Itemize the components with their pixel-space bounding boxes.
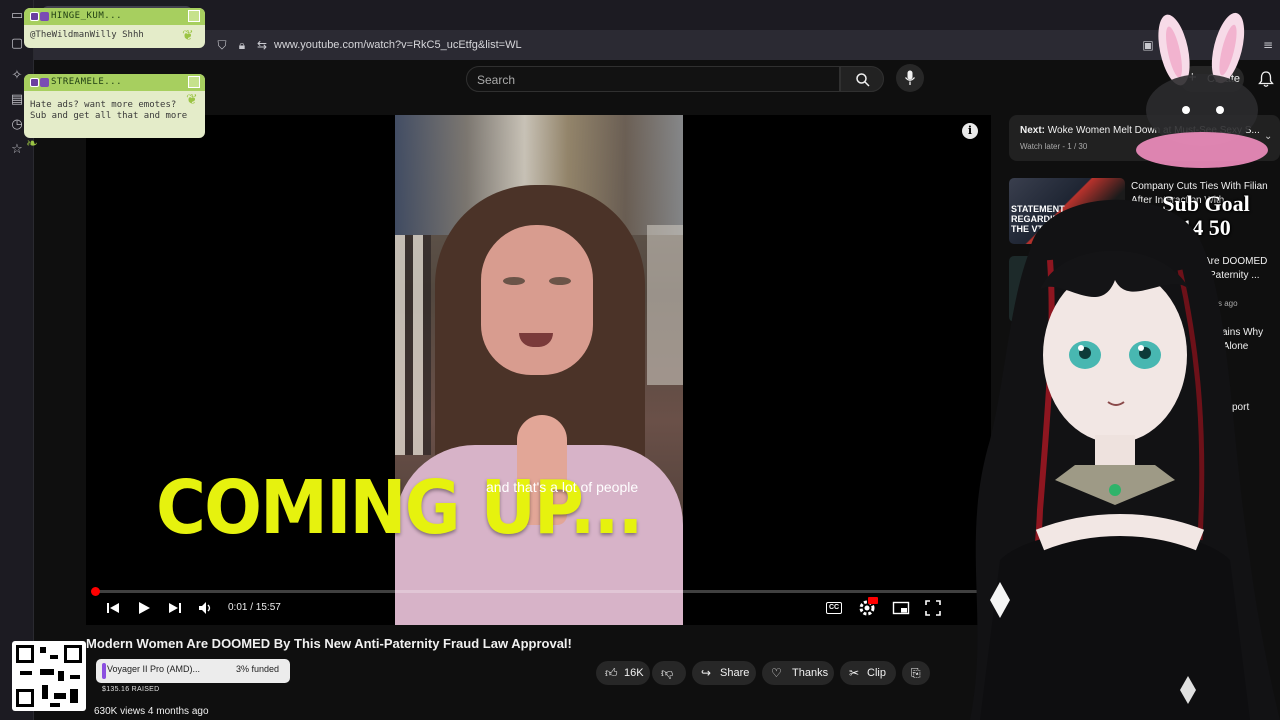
thanks-icon: ♡ xyxy=(771,666,782,680)
badge-icon xyxy=(40,12,49,21)
bookmarks-icon[interactable]: ▤ xyxy=(9,92,25,108)
info-icon[interactable]: i xyxy=(962,123,978,139)
qr-code xyxy=(12,641,86,711)
video-caption: and that's a lot of people xyxy=(486,479,639,495)
chat-message-text: Hate ads? want more emotes? xyxy=(30,100,177,110)
shield-icon[interactable]: ⛉ xyxy=(214,37,230,53)
chat-message-header: HINGE_KUM... xyxy=(24,8,205,25)
history-icon[interactable]: ◷ xyxy=(9,117,25,133)
dislike-button[interactable]: 👎︎ xyxy=(652,661,686,685)
person-face xyxy=(481,225,593,375)
like-button[interactable]: 👍︎ 16K xyxy=(596,661,650,685)
like-count: 16K xyxy=(624,667,644,679)
star-icon[interactable]: ☆ xyxy=(9,142,25,158)
scrubber-handle[interactable] xyxy=(91,587,100,596)
thanks-label: Thanks xyxy=(792,667,829,679)
leaf-icon: ❦ xyxy=(186,92,198,108)
lock-icon[interactable]: 🔒︎ xyxy=(234,37,250,53)
extensions-icon[interactable]: ✧ xyxy=(9,68,25,84)
chat-username: STREAMELE... xyxy=(51,77,123,87)
youtube-header: Search + Create xyxy=(34,60,1280,100)
share-button[interactable]: ↪ Share xyxy=(692,661,756,685)
person-eye-left xyxy=(503,277,525,285)
clip-button[interactable]: ✂ Clip xyxy=(840,661,896,685)
funding-progress-bar xyxy=(102,663,106,679)
video-title: Modern Women Are DOOMED By This New Anti… xyxy=(86,636,572,651)
next-icon[interactable] xyxy=(168,599,182,617)
clip-label: Clip xyxy=(867,667,886,679)
coming-up-overlay-text: COMING UP... xyxy=(156,465,644,551)
tab-strip xyxy=(34,0,1280,30)
bookmark-icon: ⎘ xyxy=(911,666,921,680)
checkbox-icon xyxy=(188,10,200,22)
search-input[interactable]: Search xyxy=(466,66,840,92)
badge-icon xyxy=(30,12,39,21)
closet-shelf-right xyxy=(647,225,683,385)
play-icon[interactable] xyxy=(137,599,151,617)
funding-item-name: Voyager II Pro (AMD)... xyxy=(107,664,201,674)
bunny-mascot-image xyxy=(1136,12,1268,168)
share-label: Share xyxy=(720,667,750,679)
voice-search-button[interactable] xyxy=(896,64,924,92)
funding-goal-widget: Voyager II Pro (AMD)... 3% funded xyxy=(96,659,290,683)
scissors-icon: ✂ xyxy=(849,666,860,680)
permissions-icon[interactable]: ⇆ xyxy=(254,37,270,53)
person-mouth xyxy=(519,333,553,347)
volume-icon[interactable] xyxy=(198,599,214,617)
miniplayer-icon[interactable] xyxy=(892,599,910,617)
badge-icon xyxy=(40,78,49,87)
watch-later-position: Watch later - 1 / 30 xyxy=(1020,142,1088,151)
leaf-icon: ❧ xyxy=(26,136,38,152)
chat-message-header: STREAMELE... xyxy=(24,74,205,91)
badge-icon xyxy=(30,78,39,87)
mic-icon xyxy=(904,70,916,85)
chat-message-text: @TheWildmanWilly Shhh xyxy=(30,30,144,40)
thumbs-down-icon: 👎︎ xyxy=(661,666,674,680)
video-player[interactable]: COMING UP... and that's a lot of people … xyxy=(86,115,991,625)
thumbs-up-icon: 👍︎ xyxy=(605,666,618,680)
hd-badge xyxy=(868,597,878,604)
person-eye-right xyxy=(549,277,571,285)
url-bar-row: ⛉ 🔒︎ ⇆ www.youtube.com/watch?v=RkC5_ucEt… xyxy=(34,30,1280,60)
view-count: 630K views 4 months ago xyxy=(94,706,209,717)
up-next-label: Next: xyxy=(1020,125,1046,136)
search-button[interactable] xyxy=(840,66,884,92)
progress-bar[interactable] xyxy=(94,590,984,593)
chat-username: HINGE_KUM... xyxy=(51,11,123,21)
closet-clothes-left xyxy=(395,235,431,455)
funding-percent: 3% funded xyxy=(236,664,280,674)
previous-icon[interactable] xyxy=(106,599,120,617)
sidebar-toggle-icon[interactable]: ▭ xyxy=(9,8,25,24)
thanks-button[interactable]: ♡ Thanks xyxy=(762,661,834,685)
url-field[interactable]: www.youtube.com/watch?v=RkC5_ucEtfg&list… xyxy=(274,39,522,51)
search-icon xyxy=(856,73,870,87)
leaf-icon: ❦ xyxy=(182,28,194,44)
search-placeholder: Search xyxy=(477,73,516,87)
funding-raised: $135.16 RAISED xyxy=(102,686,160,693)
share-icon: ↪ xyxy=(701,666,712,680)
vtuber-avatar-image xyxy=(970,199,1280,720)
checkbox-icon xyxy=(188,76,200,88)
chat-message-card: HINGE_KUM... @TheWildmanWilly Shhh xyxy=(24,8,205,48)
screen: ▭ ▢ ✧ ▤ ◷ ☆ ⛉ 🔒︎ ⇆ www.youtube.com/watch… xyxy=(0,0,1280,720)
time-display: 0:01 / 15:57 xyxy=(228,602,281,613)
chat-message-card: STREAMELE... Hate ads? want more emotes?… xyxy=(24,74,205,138)
chat-message-text-line2: Sub and get all that and more xyxy=(30,111,188,121)
tabs-icon[interactable]: ▢ xyxy=(9,36,25,52)
save-button[interactable]: ⎘ xyxy=(902,661,930,685)
captions-button[interactable]: CC xyxy=(826,602,842,614)
